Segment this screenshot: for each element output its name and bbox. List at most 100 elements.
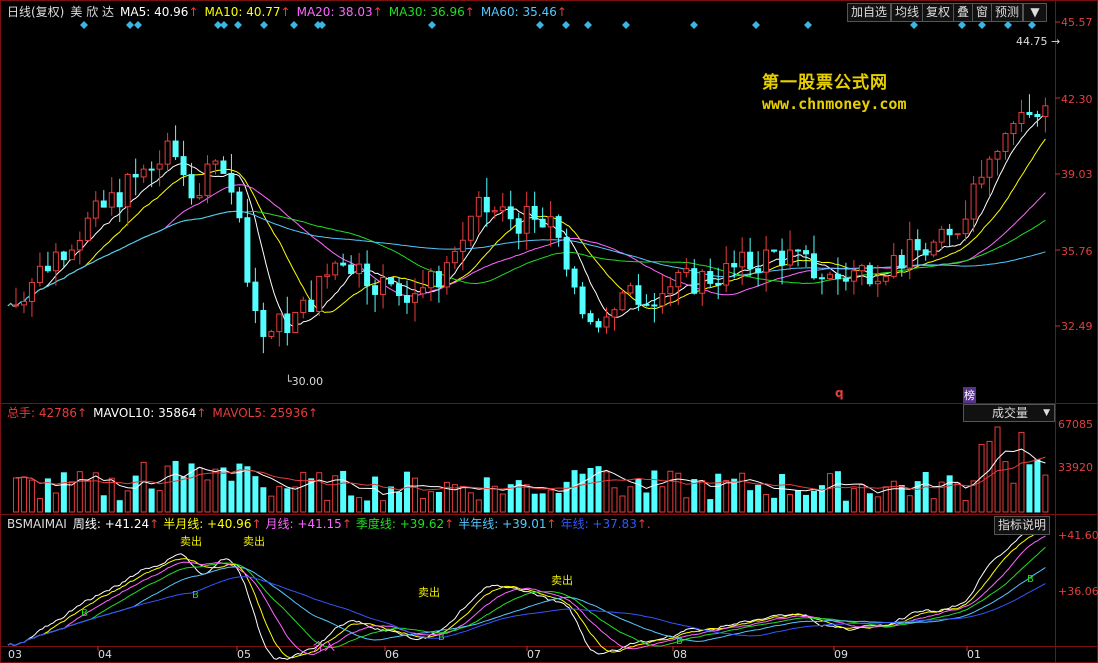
candle-body <box>643 303 650 306</box>
date-axis-label: 01 <box>967 648 981 661</box>
volume-bar <box>300 471 307 513</box>
volume-bar <box>92 472 99 513</box>
month-line-value: 月线: +41.15 <box>265 517 342 531</box>
sell-signal: 卖出 <box>551 574 573 587</box>
candle-body <box>148 168 155 171</box>
watermark-title: 第一股票公式网 <box>762 73 888 93</box>
volume-bar <box>228 480 235 513</box>
volume-bar <box>467 492 474 513</box>
candle-body <box>411 293 418 303</box>
volume-bar <box>779 474 786 513</box>
main-legend: 日线(复权) 美 欣 达 MA5: 40.96↑ MA10: 40.77↑ MA20: … <box>7 3 573 21</box>
volume-bar <box>579 473 586 513</box>
signal-diamond-icon <box>752 21 760 29</box>
ma5-value: MA5: 40.96 <box>120 5 189 19</box>
chart-canvas[interactable] <box>0 0 1098 663</box>
half-year-value: 半年线: +39.01 <box>458 517 547 531</box>
volume-bar <box>100 495 107 513</box>
volume-bar <box>890 480 897 513</box>
signal-diamond-icon <box>958 21 966 29</box>
volume-bar <box>547 489 554 513</box>
volume-bar <box>172 460 179 513</box>
volume-bar <box>268 495 275 513</box>
volume-bar <box>435 492 442 513</box>
candle-body <box>388 276 395 285</box>
volume-bar <box>76 471 83 513</box>
signal-diamond-icon <box>584 21 592 29</box>
price-axis-label: 32.49 <box>1061 320 1093 333</box>
volume-bar <box>180 476 187 513</box>
restore-rights-button[interactable]: 复权 <box>922 3 955 22</box>
candle-body <box>220 160 227 174</box>
candle-body <box>92 200 99 219</box>
indicator-selector-dropdown[interactable]: 成交量 ▼ <box>963 404 1055 422</box>
indicator-axis-label: +36.06 <box>1058 585 1098 598</box>
volume-bar <box>842 500 849 513</box>
mavol5-arrow: ↑ <box>308 406 319 420</box>
volume-bar <box>252 476 259 513</box>
chevron-down-icon[interactable]: ▼ <box>1023 3 1047 22</box>
add-watchlist-button[interactable]: 加自选 <box>847 3 892 22</box>
volume-bar <box>906 495 913 513</box>
candle-body <box>723 263 730 286</box>
signal-diamond-icon <box>428 21 436 29</box>
buy-signal: B <box>192 590 199 601</box>
sell-signal: 卖出 <box>180 535 202 548</box>
forecast-button[interactable]: 预测 <box>991 3 1024 22</box>
candle-body <box>172 140 179 158</box>
indicator-help-button[interactable]: 指标说明 <box>994 516 1051 535</box>
volume-bar <box>427 491 434 513</box>
overlay-button[interactable]: 叠 <box>953 3 974 22</box>
candle-body <box>866 265 873 285</box>
candle-body <box>236 191 243 219</box>
signal-diamond-icon <box>804 21 812 29</box>
total-volume-arrow: ↑ <box>77 406 88 420</box>
ma20-value: MA20: 38.03 <box>296 5 373 19</box>
grid-lines <box>0 0 1098 663</box>
candle-body <box>188 174 195 199</box>
signal-diamond-icon <box>1028 21 1036 29</box>
candle-body <box>316 275 323 312</box>
candle-body <box>76 239 83 251</box>
volume-bar <box>1026 464 1033 513</box>
candle-body <box>435 271 442 288</box>
candle-body <box>579 286 586 315</box>
candle-body <box>356 263 363 275</box>
volume-bar <box>651 470 658 513</box>
date-axis-label: 03 <box>8 648 22 661</box>
volume-bar <box>874 496 881 513</box>
candle-body <box>467 215 474 241</box>
candle-body <box>491 210 498 213</box>
sell-signal: 卖出 <box>418 586 440 599</box>
window-button[interactable]: 窗 <box>972 3 993 22</box>
up-arrow: ↑ <box>251 517 262 531</box>
candle-body <box>818 277 825 280</box>
signal-diamond-icon <box>910 21 918 29</box>
candle-body <box>116 192 123 208</box>
signal-diamond-icon <box>536 21 544 29</box>
candle-body <box>28 282 35 302</box>
date-axis-label: 07 <box>527 648 541 661</box>
candle-body <box>834 273 841 280</box>
candle-body <box>132 173 139 178</box>
volume-bar <box>419 497 426 513</box>
volume-bar <box>475 499 482 513</box>
candle-body <box>459 239 466 252</box>
volume-bar <box>1018 431 1025 513</box>
candle-body <box>60 251 67 261</box>
volume-bar <box>763 494 770 513</box>
candle-body <box>276 313 283 333</box>
candle-body <box>651 304 658 307</box>
volume-bar <box>691 479 698 513</box>
candle-body <box>196 195 203 199</box>
volume-bar <box>388 486 395 513</box>
signal-diamond-icon <box>318 21 326 29</box>
ma-lines-button[interactable]: 均线 <box>891 3 924 22</box>
candle-body <box>260 310 267 337</box>
volume-bar <box>116 500 123 513</box>
volume-bar <box>946 475 953 513</box>
volume-bar <box>954 482 961 513</box>
candle-body <box>994 150 1001 160</box>
volume-bar <box>36 497 43 513</box>
candle-body <box>332 262 339 276</box>
